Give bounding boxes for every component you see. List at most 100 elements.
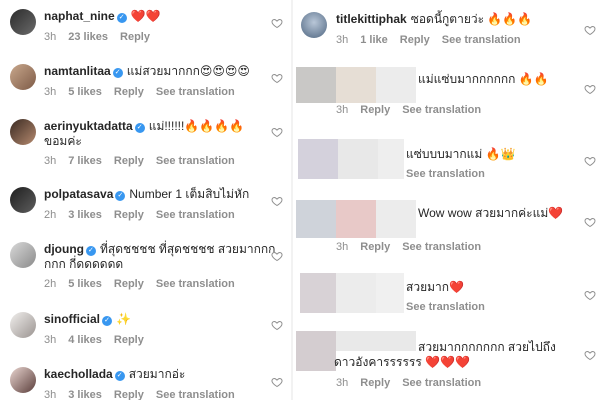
comment-username[interactable]: polpatasava: [44, 187, 113, 201]
redacted-username-block: [336, 273, 376, 313]
likes-count[interactable]: 7 likes: [68, 155, 102, 167]
like-heart-icon[interactable]: [584, 289, 596, 301]
redacted-username-block: [336, 200, 376, 238]
like-heart-icon[interactable]: [271, 250, 283, 262]
comment-text: Number 1 เต็มสิบไม่หัก: [129, 187, 250, 201]
see-translation-link[interactable]: See translation: [156, 209, 235, 221]
see-translation-link[interactable]: See translation: [156, 389, 235, 400]
redacted-username-block: [296, 331, 336, 371]
comment-time: 3h: [336, 377, 349, 389]
see-translation-link[interactable]: See translation: [402, 241, 481, 253]
reply-button[interactable]: Reply: [114, 278, 144, 290]
see-translation-link[interactable]: See translation: [156, 155, 235, 167]
comment-time: 2h: [44, 278, 57, 290]
like-heart-icon[interactable]: [271, 195, 283, 207]
avatar[interactable]: [10, 9, 36, 35]
comment-text: แม่สวยมากกก😍😍😍😍: [126, 64, 250, 78]
comment-text: สวยมากกกกกกก สวยไปถึง: [418, 340, 556, 354]
redacted-username-block: [300, 273, 336, 313]
comment-username[interactable]: kaechollada: [44, 367, 113, 381]
comment-text: ซอดนี้กูตายว่ะ 🔥🔥🔥: [410, 12, 533, 26]
see-translation-link[interactable]: See translation: [406, 168, 485, 180]
like-heart-icon[interactable]: [584, 83, 596, 95]
see-translation-link[interactable]: See translation: [406, 301, 485, 313]
avatar[interactable]: [10, 242, 36, 268]
comment-text-continued: กกก กี่ดดดดดด: [44, 257, 124, 271]
comment-text: สวยมาก❤️: [406, 280, 464, 294]
avatar[interactable]: [301, 12, 327, 38]
like-heart-icon[interactable]: [271, 376, 283, 388]
like-heart-icon[interactable]: [271, 17, 283, 29]
likes-count[interactable]: 3 likes: [68, 209, 102, 221]
see-translation-link[interactable]: See translation: [156, 278, 235, 290]
see-translation-link[interactable]: See translation: [402, 377, 481, 389]
redacted-username-block: [376, 67, 416, 103]
reply-button[interactable]: Reply: [360, 104, 390, 116]
likes-count[interactable]: 4 likes: [68, 334, 102, 346]
see-translation-link[interactable]: See translation: [442, 34, 521, 46]
reply-button[interactable]: Reply: [114, 155, 144, 167]
redacted-username-block: [336, 67, 376, 103]
see-translation-link[interactable]: See translation: [402, 104, 481, 116]
reply-button[interactable]: Reply: [360, 241, 390, 253]
likes-count[interactable]: 23 likes: [68, 31, 108, 43]
avatar[interactable]: [10, 312, 36, 338]
likes-count[interactable]: 3 likes: [68, 389, 102, 400]
comment-username[interactable]: titlekittiphak: [336, 12, 407, 26]
redacted-username-block: [336, 331, 416, 351]
like-heart-icon[interactable]: [271, 126, 283, 138]
comment-text: Wow wow สวยมากค่ะแม่❤️: [418, 206, 564, 220]
comment-time: 3h: [44, 334, 57, 346]
reply-button[interactable]: Reply: [360, 377, 390, 389]
like-heart-icon[interactable]: [584, 216, 596, 228]
avatar[interactable]: [10, 367, 36, 393]
redacted-username-block: [376, 273, 404, 313]
like-heart-icon[interactable]: [584, 155, 596, 167]
comment-time: 3h: [44, 31, 57, 43]
reply-button[interactable]: Reply: [114, 209, 144, 221]
avatar[interactable]: [10, 187, 36, 213]
verified-badge-icon: ✓: [116, 13, 127, 23]
like-heart-icon[interactable]: [584, 349, 596, 361]
reply-button[interactable]: Reply: [114, 334, 144, 346]
comment-time: 3h: [44, 155, 57, 167]
see-translation-link[interactable]: See translation: [156, 86, 235, 98]
comment-time: 3h: [336, 104, 349, 116]
reply-button[interactable]: Reply: [120, 31, 150, 43]
likes-count[interactable]: 5 likes: [68, 278, 102, 290]
like-heart-icon[interactable]: [584, 24, 596, 36]
reply-button[interactable]: Reply: [400, 34, 430, 46]
redacted-username-block: [296, 200, 336, 238]
comment-text: แม่แซ่บมากกกกกก 🔥🔥: [418, 72, 549, 86]
verified-badge-icon: ✓: [114, 371, 125, 381]
verified-badge-icon: ✓: [85, 246, 96, 256]
comment-text: แซ่บบบมากแม่ 🔥👑: [406, 147, 516, 161]
comment-text-continued: ดาวอังคารรรรรร ❤️❤️❤️: [334, 355, 470, 369]
like-heart-icon[interactable]: [271, 72, 283, 84]
comment-username[interactable]: djoung: [44, 242, 84, 256]
comment-time: 3h: [44, 389, 57, 400]
avatar[interactable]: [10, 64, 36, 90]
redacted-username-block: [298, 139, 338, 179]
comment-username[interactable]: sinofficial: [44, 312, 100, 326]
comment-username[interactable]: naphat_nine: [44, 9, 115, 23]
verified-badge-icon: ✓: [115, 191, 126, 201]
redacted-username-block: [378, 139, 404, 179]
reply-button[interactable]: Reply: [114, 86, 144, 98]
likes-count[interactable]: 1 like: [360, 34, 388, 46]
comment-username[interactable]: namtanlitaa: [44, 64, 111, 78]
comment-text: สวยมากอ่ะ: [128, 367, 186, 381]
comment-text: แม่!!!!!!🔥🔥🔥🔥: [148, 119, 245, 133]
comment-text: ✨: [116, 312, 131, 326]
comment-text-continued: ขอมค่ะ: [44, 134, 82, 148]
redacted-username-block: [376, 200, 416, 238]
likes-count[interactable]: 5 likes: [68, 86, 102, 98]
reply-button[interactable]: Reply: [114, 389, 144, 400]
verified-badge-icon: ✓: [134, 123, 145, 133]
like-heart-icon[interactable]: [271, 319, 283, 331]
avatar[interactable]: [10, 119, 36, 145]
verified-badge-icon: ✓: [112, 68, 123, 78]
comment-username[interactable]: aerinyuktadatta: [44, 119, 133, 133]
redacted-username-block: [338, 139, 378, 179]
comment-text: ที่สุดชชชช ที่สุดชชชช สวยมากกก: [99, 242, 276, 256]
